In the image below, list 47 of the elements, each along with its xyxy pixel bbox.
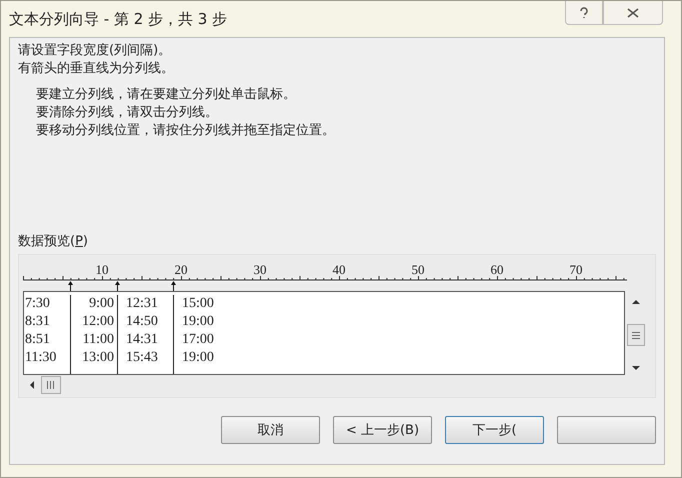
table-cell-text: 19:00: [181, 349, 215, 367]
window-title: 文本分列向导 - 第 2 步，共 3 步: [9, 10, 228, 29]
hint-text: 要建立分列线，请在要建立分列处单击鼠标。: [36, 86, 297, 104]
table-cell-text: 11:00: [82, 331, 115, 349]
ruler-label: 30: [254, 262, 266, 277]
column-break-arrow[interactable]: [171, 281, 176, 291]
table-cell-text: 9:00: [88, 295, 115, 313]
table-cell-text: 13:00: [81, 349, 115, 367]
table-cell-text: 15:00: [181, 295, 215, 313]
close-icon: [627, 8, 639, 18]
table-cell-text: 12:00: [81, 313, 115, 331]
table-cell-text: 8:31: [24, 313, 51, 331]
ruler-label: 60: [490, 262, 504, 277]
table-cell-text: 12:31: [125, 295, 159, 313]
hint-text: 要清除分列线，请双击分列线。: [36, 104, 219, 122]
table-cell-text: 11:30: [24, 349, 58, 367]
column-break-arrow[interactable]: [68, 281, 73, 291]
table-cell-text: 14:50: [125, 313, 159, 331]
wizard-button[interactable]: < 上一步(B): [333, 416, 432, 444]
ruler-label: 20: [174, 262, 188, 277]
down-arrow-icon: [632, 365, 640, 371]
ruler-label: 10: [96, 262, 108, 277]
table-cell-text: 7:30: [24, 295, 51, 313]
wizard-button[interactable]: 取消: [221, 416, 320, 444]
scroll-thumb[interactable]: [41, 376, 61, 394]
ruler-scale[interactable]: [23, 276, 627, 280]
wizard-button[interactable]: 下一步(: [445, 416, 544, 444]
up-arrow-icon: [632, 299, 640, 305]
wizard-button[interactable]: [557, 416, 656, 444]
close-button[interactable]: [603, 1, 663, 25]
table-cell-text: 8:51: [24, 331, 51, 349]
ruler-label: 50: [412, 262, 424, 277]
table-cell-text: 17:00: [181, 331, 215, 349]
instruction-text: 请设置字段宽度(列间隔)。: [18, 42, 172, 60]
scroll-thumb[interactable]: [627, 324, 645, 346]
ruler-label: 70: [570, 262, 582, 277]
help-icon: [579, 6, 589, 18]
column-break-arrow[interactable]: [115, 281, 120, 291]
table-cell-text: 15:43: [125, 349, 159, 367]
hint-text: 要移动分列线位置，请按住分列线并拖至指定位置。: [36, 122, 336, 140]
help-button[interactable]: [565, 1, 603, 25]
ruler-label: 40: [332, 262, 346, 277]
table-cell-text: 19:00: [181, 313, 215, 331]
left-arrow-icon: [29, 381, 35, 389]
preview-label: 数据预览(P): [18, 233, 89, 250]
instruction-text: 有箭头的垂直线为分列线。: [18, 60, 175, 78]
table-cell-text: 14:31: [125, 331, 159, 349]
